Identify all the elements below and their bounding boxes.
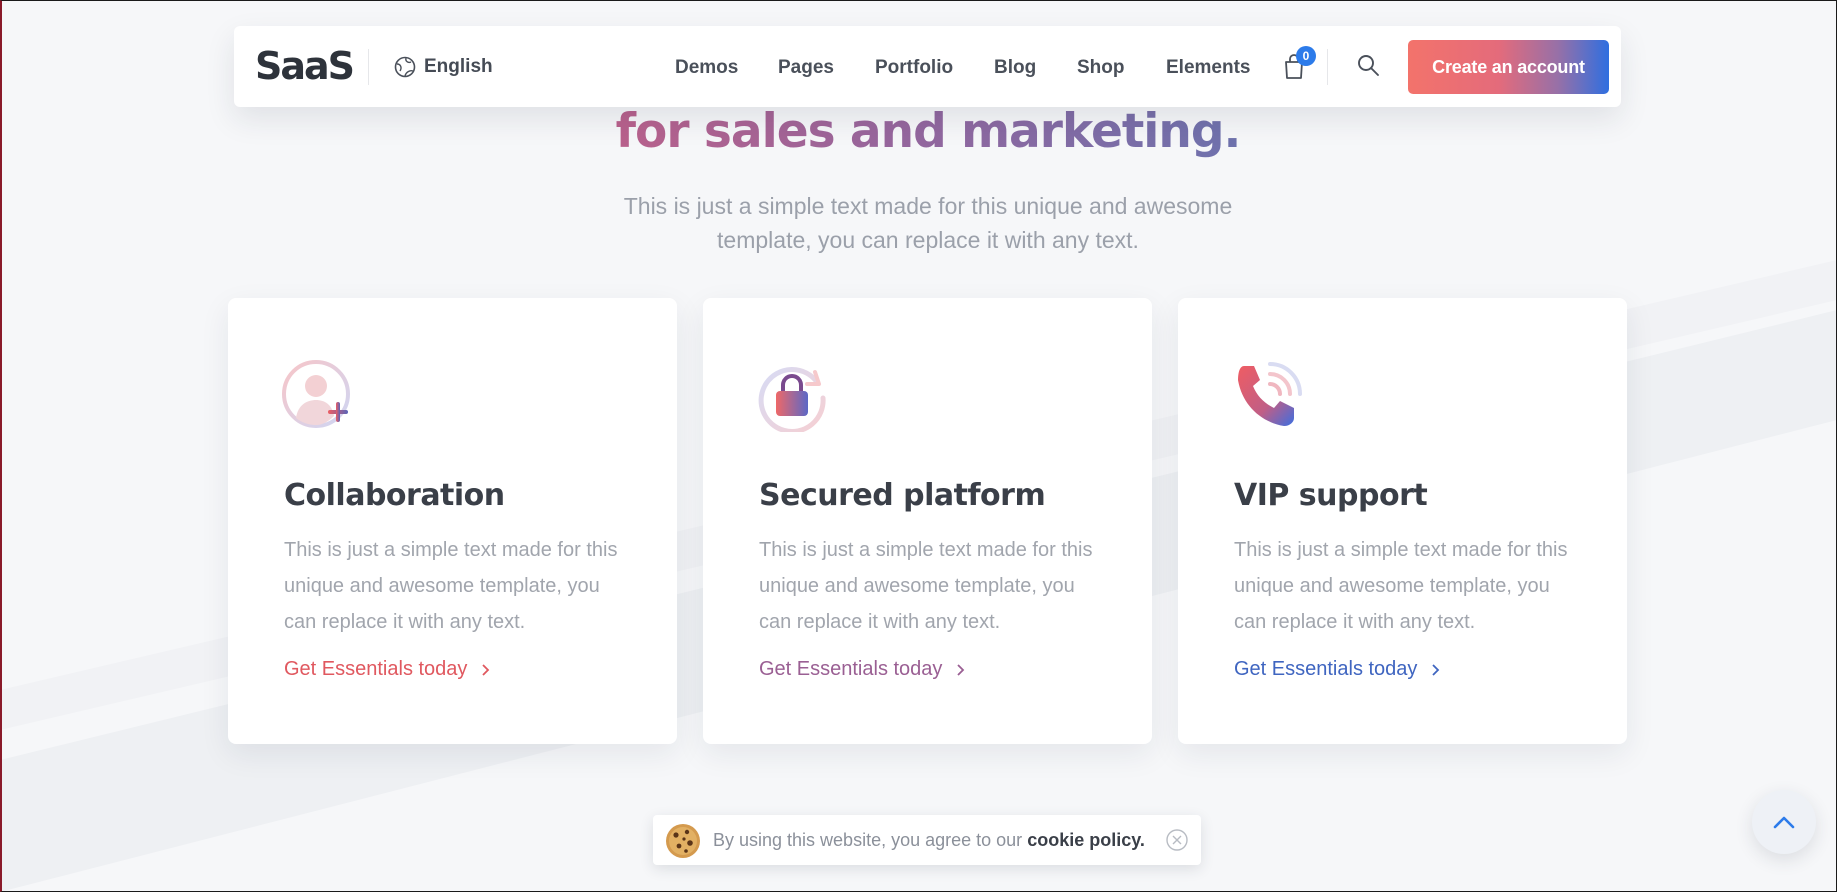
cart-count-badge: 0 [1296,46,1316,66]
feature-card-secured-platform: Secured platform This is just a simple t… [703,298,1152,744]
card-description: This is just a simple text made for this… [1234,539,1568,633]
card-title: Collaboration [284,478,505,513]
globe-icon [394,56,416,78]
hero-title: for sales and marketing. [615,104,1242,159]
get-essentials-link[interactable]: Get Essentials today [1234,658,1440,681]
phone-call-icon [1238,362,1302,426]
cookie-notice: By using this website, you agree to our … [653,815,1201,865]
hero-subtitle: This is just a simple text made for this… [623,193,1233,253]
cookie-icon [666,824,700,858]
back-to-top-button[interactable] [1752,790,1816,854]
feature-card-vip-support: VIP support This is just a simple text m… [1178,298,1627,744]
nav-elements[interactable]: Elements [1166,57,1250,79]
site-header: SaaS English Demos Pages Portfolio Blog … [234,26,1621,107]
get-essentials-link[interactable]: Get Essentials today [284,658,490,681]
card-description: This is just a simple text made for this… [284,539,618,633]
chevron-right-icon [957,663,965,676]
language-label: English [424,56,493,77]
card-title: VIP support [1234,478,1428,513]
chevron-right-icon [1432,663,1440,676]
logo[interactable]: SaaS [255,44,355,88]
nav-portfolio[interactable]: Portfolio [875,57,953,79]
cookie-text: By using this website, you agree to our … [713,830,1145,850]
link-label: Get Essentials today [284,658,468,680]
feature-card-collaboration: Collaboration This is just a simple text… [228,298,677,744]
card-title: Secured platform [759,478,1046,513]
nav-shop[interactable]: Shop [1077,57,1125,79]
nav-demos[interactable]: Demos [675,57,738,79]
card-description: This is just a simple text made for this… [759,539,1093,633]
nav-blog[interactable]: Blog [994,57,1036,79]
search-icon[interactable] [1356,53,1380,77]
lock-refresh-icon [758,367,826,432]
create-account-button[interactable]: Create an account [1408,40,1609,94]
divider [1327,49,1328,85]
link-label: Get Essentials today [759,658,943,680]
divider [368,49,369,85]
nav-pages[interactable]: Pages [778,57,834,79]
chevron-up-icon [1773,816,1795,829]
add-user-icon [282,360,350,428]
language-selector[interactable]: English [394,56,493,78]
chevron-right-icon [482,663,490,676]
link-label: Get Essentials today [1234,658,1418,680]
get-essentials-link[interactable]: Get Essentials today [759,658,965,681]
close-icon[interactable] [1166,829,1188,851]
cookie-policy-link[interactable]: cookie policy. [1027,830,1145,850]
